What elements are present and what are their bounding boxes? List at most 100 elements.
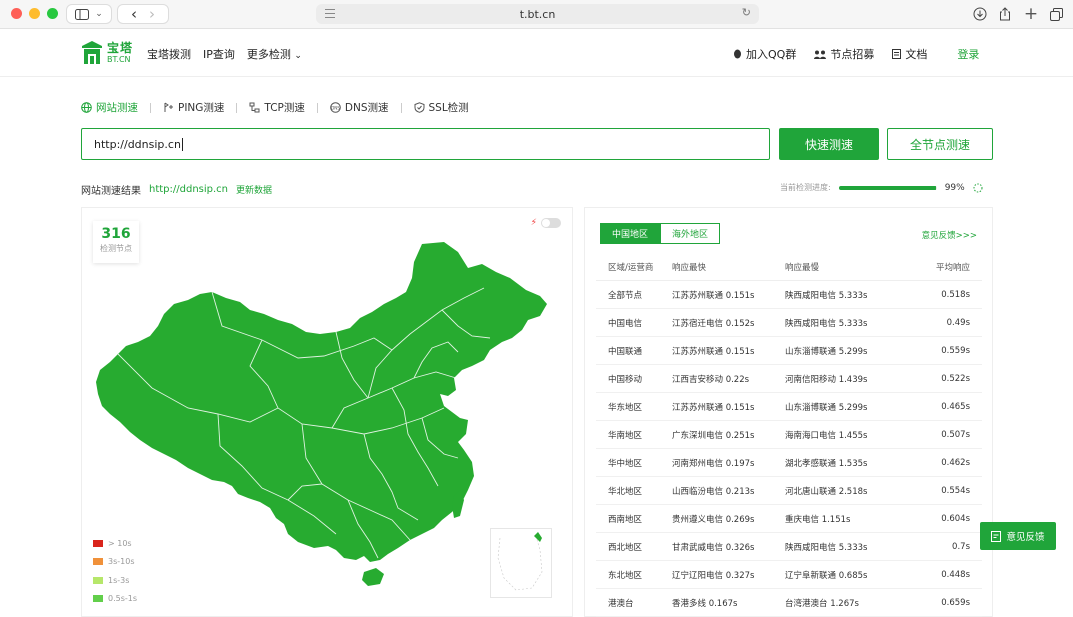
table-row[interactable]: 华北地区 山西临汾电信 0.213s 河北唐山联通 2.518s 0.554s: [596, 477, 982, 505]
docs-link[interactable]: 文档: [892, 46, 927, 62]
table-row[interactable]: 华中地区 河南郑州电信 0.197s 湖北孝感联通 1.535s 0.462s: [596, 449, 982, 477]
table-row[interactable]: 中国联通 江苏苏州联通 0.151s 山东淄博联通 5.299s 0.559s: [596, 337, 982, 365]
new-tab-icon[interactable]: +: [1023, 4, 1039, 24]
tab-divider: [400, 102, 402, 113]
legend-swatch: [93, 558, 103, 566]
cell-region: 华北地区: [608, 486, 643, 497]
browser-toolbar: ⌄ ‹ › t.bt.cn ↻ +: [0, 0, 1073, 29]
sidebar-toggle-button[interactable]: ⌄: [66, 4, 112, 24]
legend-label: 0.5s-1s: [108, 594, 138, 604]
table-row[interactable]: 全部节点 江苏苏州联通 0.151s 陕西咸阳电信 5.333s 0.518s: [596, 281, 982, 309]
sidebar-icon: [75, 8, 90, 20]
url-input[interactable]: http://ddnsip.cn: [81, 128, 770, 160]
table-row[interactable]: 中国移动 江西吉安移动 0.22s 河南信阳移动 1.439s 0.522s: [596, 365, 982, 393]
share-icon[interactable]: [997, 4, 1013, 24]
logo-text-cn: 宝塔: [107, 41, 134, 55]
table-row[interactable]: 华南地区 广东深圳电信 0.251s 海南海口电信 1.455s 0.507s: [596, 421, 982, 449]
progress-percent: 99%: [944, 182, 965, 193]
cell-average: 0.507s: [941, 429, 970, 440]
cell-average: 0.554s: [941, 485, 970, 496]
cell-average: 0.659s: [941, 597, 970, 608]
cell-region: 西北地区: [608, 542, 643, 553]
window-controls: [11, 8, 58, 19]
cell-fastest: 香港多线 0.167s: [672, 598, 738, 609]
download-icon[interactable]: [972, 4, 988, 24]
lightning-icon: ⚡: [530, 218, 537, 228]
tab-overseas[interactable]: 海外地区: [660, 223, 720, 244]
tab-label: SSL检测: [428, 102, 469, 114]
nav-item-bt-dial[interactable]: 宝塔拨测: [147, 46, 191, 62]
cell-slowest: 重庆电信 1.151s: [785, 514, 851, 525]
tab-divider: [236, 102, 238, 113]
tab-ping[interactable]: PING测速: [163, 100, 236, 115]
progress-indicator: 当前检测进度: 99%: [780, 182, 983, 193]
table-row[interactable]: 中国电信 江苏宿迁电信 0.152s 陕西咸阳电信 5.333s 0.49s: [596, 309, 982, 337]
tab-website-speed[interactable]: 网站测速: [81, 100, 150, 115]
address-text: t.bt.cn: [519, 7, 556, 21]
minimize-window-button[interactable]: [29, 8, 40, 19]
cell-slowest: 山东淄博联通 5.299s: [785, 402, 868, 413]
toggle-switch[interactable]: [541, 218, 561, 228]
cell-region: 东北地区: [608, 570, 643, 581]
reload-icon[interactable]: ↻: [742, 6, 751, 19]
header-actions: 加入QQ群 节点招募 文档 登录: [733, 46, 979, 62]
update-data-link[interactable]: 更新数据: [236, 183, 272, 196]
chevron-down-icon: ⌄: [294, 51, 302, 61]
tab-tcp[interactable]: TCP测速: [249, 100, 316, 115]
nav-item-more-tools[interactable]: 更多检测 ⌄: [247, 46, 302, 62]
hainan-island: [362, 568, 384, 586]
table-row[interactable]: 西北地区 甘肃武威电信 0.326s 陕西咸阳电信 5.333s 0.7s: [596, 533, 982, 561]
feedback-link[interactable]: 意见反馈>>>: [922, 229, 977, 241]
node-recruit-link[interactable]: 节点招募: [814, 46, 874, 62]
result-url[interactable]: http://ddnsip.cn: [149, 184, 228, 195]
tab-label: TCP测速: [264, 102, 305, 114]
all-nodes-test-button[interactable]: 全节点测速: [887, 128, 993, 160]
cell-region: 中国联通: [608, 346, 643, 357]
bt-logo-icon: [82, 41, 102, 64]
legend-item: > 10s: [93, 534, 137, 553]
cell-average: 0.559s: [941, 345, 970, 356]
table-header: 区域/运营商 响应最快 响应最慢 平均响应: [596, 254, 982, 281]
cell-average: 0.448s: [941, 569, 970, 580]
nav-item-ip-lookup[interactable]: IP查询: [203, 46, 235, 62]
tab-label: PING测速: [178, 102, 225, 114]
table-row[interactable]: 港澳台 香港多线 0.167s 台湾港澳台 1.267s 0.659s: [596, 589, 982, 617]
join-qq-label: 加入QQ群: [746, 48, 797, 61]
cell-fastest: 山西临汾电信 0.213s: [672, 486, 755, 497]
tab-ssl[interactable]: SSL检测: [414, 100, 481, 115]
fast-test-button[interactable]: 快速测速: [779, 128, 879, 160]
progress-label: 当前检测进度:: [780, 183, 831, 192]
tab-china[interactable]: 中国地区: [600, 223, 660, 244]
region-tabs: 中国地区 海外地区: [600, 223, 720, 244]
tab-dns[interactable]: DNS DNS测速: [330, 100, 401, 115]
close-window-button[interactable]: [11, 8, 22, 19]
legend-label: > 10s: [108, 538, 132, 548]
people-icon: [814, 50, 827, 59]
login-link[interactable]: 登录: [957, 46, 979, 62]
reader-icon: [325, 9, 335, 21]
site-logo[interactable]: 宝塔 BT.CN: [81, 40, 133, 66]
results-panel: 中国地区 海外地区 意见反馈>>> 区域/运营商 响应最快 响应最慢 平均响应 …: [584, 207, 993, 617]
tab-overview-icon[interactable]: [1048, 4, 1064, 24]
address-bar[interactable]: t.bt.cn ↻: [316, 4, 759, 24]
join-qq-link[interactable]: 加入QQ群: [733, 46, 796, 62]
map-toggle[interactable]: ⚡: [531, 218, 561, 228]
forward-arrow-icon[interactable]: ›: [149, 5, 155, 23]
shield-icon: [414, 102, 424, 113]
maximize-window-button[interactable]: [47, 8, 58, 19]
ping-icon: [164, 102, 173, 112]
dns-icon: DNS: [330, 102, 341, 113]
cell-slowest: 陕西咸阳电信 5.333s: [785, 318, 868, 329]
legend-swatch: [93, 595, 103, 603]
table-row[interactable]: 西南地区 贵州遵义电信 0.269s 重庆电信 1.151s 0.604s: [596, 505, 982, 533]
header-region: 区域/运营商: [608, 263, 654, 273]
cell-slowest: 河北唐山联通 2.518s: [785, 486, 868, 497]
results-table: 区域/运营商 响应最快 响应最慢 平均响应 全部节点 江苏苏州联通 0.151s 陕…: [596, 254, 982, 617]
floating-feedback-button[interactable]: 意见反馈: [980, 522, 1056, 550]
cell-slowest: 台湾港澳台 1.267s: [785, 598, 859, 609]
table-row[interactable]: 华东地区 江苏苏州联通 0.151s 山东淄博联通 5.299s 0.465s: [596, 393, 982, 421]
tab-label: 网站测速: [96, 102, 138, 114]
back-arrow-icon[interactable]: ‹: [131, 5, 137, 23]
table-row[interactable]: 东北地区 辽宁辽阳电信 0.327s 辽宁阜新联通 0.685s 0.448s: [596, 561, 982, 589]
tab-divider: [316, 102, 318, 113]
